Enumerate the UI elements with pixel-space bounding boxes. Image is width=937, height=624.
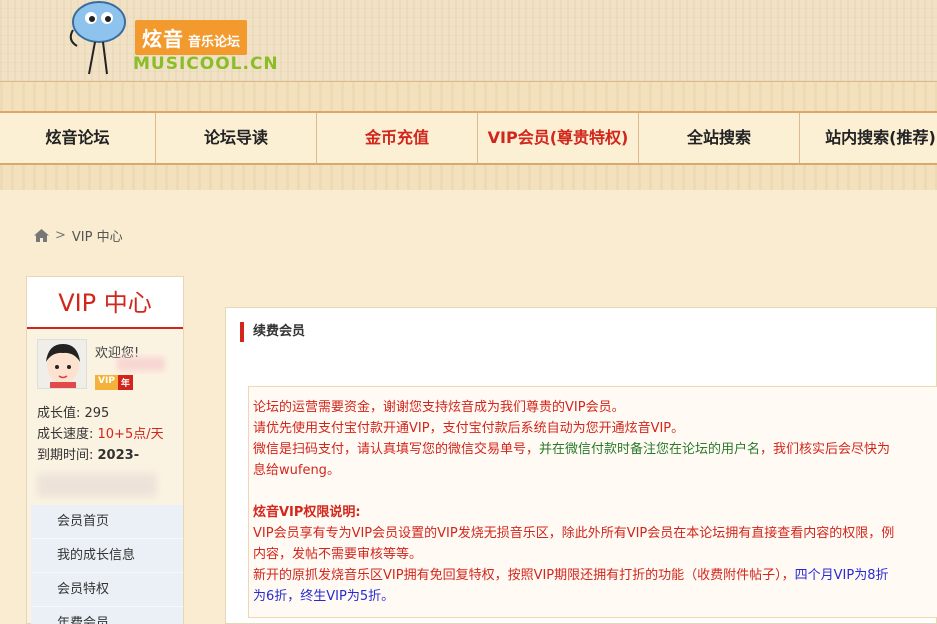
breadcrumb-current[interactable]: VIP 中心: [72, 226, 123, 245]
redacted-area: [37, 473, 157, 497]
expire-row: 到期时间: 2023-: [37, 448, 140, 463]
vip-badge: VIP 年: [95, 375, 133, 390]
notice-line-4: 息给wufeng。: [253, 463, 340, 478]
avatar-image: [38, 340, 86, 388]
vip-sidebar: VIP 中心 欢迎您! VIP 年 成长值: 295 成长速度: 10+5点/天: [26, 276, 184, 624]
main-panel: 续费会员 论坛的运营需要资金，谢谢您支持炫音成为我们尊贵的VIP会员。 请优先使…: [225, 307, 937, 624]
menu-item-privileges[interactable]: 会员特权: [31, 573, 183, 607]
notice-line-3: 微信是扫码支付，请认真填写您的微信交易单号，并在微信付款时备注您在论坛的用户名，…: [253, 442, 891, 457]
main-nav: 炫音论坛 论坛导读 金币充值 VIP会员(尊贵特权) 全站搜索 站内搜索(推荐): [0, 111, 937, 165]
nav-item-global-search[interactable]: 全站搜索: [639, 113, 800, 163]
site-header: 炫音 音乐论坛 MUSICOOL.CN: [0, 0, 937, 82]
user-stats: 成长值: 295 成长速度: 10+5点/天 到期时间: 2023-: [27, 399, 183, 470]
notice-line-6: 内容，发帖不需要审核等等。: [253, 547, 423, 562]
nav-item-guide[interactable]: 论坛导读: [156, 113, 317, 163]
breadcrumb: > VIP 中心: [34, 226, 123, 245]
menu-item-growth[interactable]: 我的成长信息: [31, 539, 183, 573]
growth-speed-row: 成长速度: 10+5点/天: [37, 427, 164, 442]
nav-item-recharge[interactable]: 金币充值: [317, 113, 478, 163]
home-icon[interactable]: [34, 229, 49, 242]
mascot-icon: [69, 1, 126, 75]
notice-line-8: 为6折，终生VIP为5折。: [253, 589, 395, 604]
notice-line-5: VIP会员享有专为VIP会员设置的VIP发烧无损音乐区，除此外所有VIP会员在本…: [253, 526, 895, 541]
notice-heading: 炫音VIP权限说明:: [253, 505, 361, 520]
vip-notice: 论坛的运营需要资金，谢谢您支持炫音成为我们尊贵的VIP会员。 请优先使用支付宝付…: [248, 386, 937, 618]
notice-line-7: 新开的原抓发烧音乐区VIP拥有免回复特权，按照VIP期限还拥有打折的功能（收费附…: [253, 568, 889, 583]
growth-value-row: 成长值: 295: [37, 406, 110, 421]
notice-line-1: 论坛的运营需要资金，谢谢您支持炫音成为我们尊贵的VIP会员。: [253, 400, 625, 415]
sidebar-menu: 会员首页 我的成长信息 会员特权 年费会员: [31, 505, 183, 624]
site-logo[interactable]: 炫音 音乐论坛 MUSICOOL.CN: [30, 0, 278, 82]
nav-item-vip[interactable]: VIP会员(尊贵特权): [478, 113, 639, 163]
breadcrumb-separator: >: [55, 228, 66, 243]
notice-line-2: 请优先使用支付宝付款开通VIP，支付宝付款后系统自动为您开通炫音VIP。: [253, 421, 685, 436]
avatar[interactable]: [37, 339, 87, 389]
nav-item-site-search[interactable]: 站内搜索(推荐): [800, 113, 937, 163]
username-redacted: [117, 357, 165, 371]
user-profile: 欢迎您! VIP 年: [27, 329, 183, 399]
sidebar-title: VIP 中心: [27, 277, 183, 329]
menu-item-annual[interactable]: 年费会员: [31, 607, 183, 624]
logo-cn-text: 炫音 音乐论坛: [135, 20, 248, 55]
nav-item-forum[interactable]: 炫音论坛: [0, 113, 156, 163]
logo-en-text: MUSICOOL.CN: [133, 54, 279, 74]
vip-badge-label: VIP: [95, 375, 118, 390]
menu-item-home[interactable]: 会员首页: [31, 505, 183, 539]
panel-title: 续费会员: [240, 322, 305, 342]
vip-year-label: 年: [117, 375, 133, 390]
